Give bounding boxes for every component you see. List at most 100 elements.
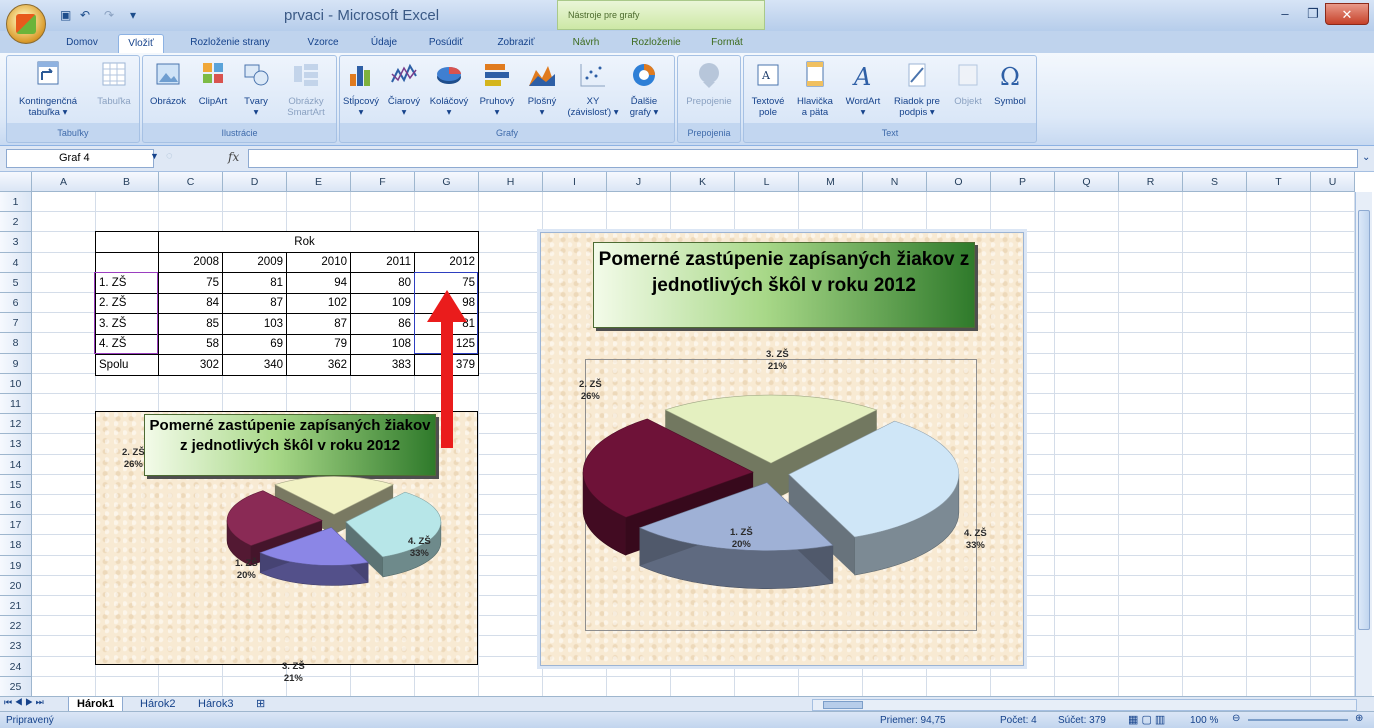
- row-header-8[interactable]: 8: [0, 333, 32, 354]
- tab-posudit[interactable]: Posúdiť: [420, 34, 472, 53]
- wordart-button[interactable]: A WordArt ▾: [840, 60, 886, 118]
- row-header-1[interactable]: 1: [0, 192, 32, 213]
- tab-navrh[interactable]: Návrh: [562, 34, 610, 53]
- signature-line-button[interactable]: Riadok pre podpis ▾: [886, 60, 948, 118]
- row-header-12[interactable]: 12: [0, 414, 32, 435]
- formula-input[interactable]: [248, 149, 1358, 168]
- worksheet-grid[interactable]: ABCDEFGHIJKLMNOPQRSTU 1 2 3 4 5 6 7 8 9 10 11 12 13 1…: [0, 172, 1374, 696]
- row-header-20[interactable]: 20: [0, 575, 32, 596]
- table-cell[interactable]: 383: [350, 354, 415, 376]
- table-cell[interactable]: 340: [222, 354, 287, 376]
- close-button[interactable]: ✕: [1325, 3, 1369, 25]
- expand-formula-icon[interactable]: ⌄: [1362, 152, 1370, 163]
- name-box-dropdown-icon[interactable]: ▼: [150, 151, 159, 161]
- year-2009[interactable]: 2009: [222, 251, 287, 273]
- row-header-16[interactable]: 16: [0, 495, 32, 516]
- row-header-3[interactable]: 3: [0, 232, 32, 253]
- column-header-a[interactable]: A: [32, 172, 96, 192]
- table-button[interactable]: Tabuľka: [91, 60, 137, 107]
- column-chart-button[interactable]: Stĺpcový ▾: [340, 60, 382, 118]
- sheet-tab-harok1[interactable]: Hárok1: [68, 697, 124, 712]
- line-chart-button[interactable]: Čiarový ▾: [384, 60, 424, 118]
- table-cell[interactable]: 87: [222, 292, 287, 314]
- text-box-button[interactable]: A Textové pole: [748, 60, 788, 118]
- row-header-18[interactable]: 18: [0, 535, 32, 556]
- row-header-23[interactable]: 23: [0, 636, 32, 657]
- column-header-r[interactable]: R: [1119, 172, 1183, 192]
- table-cell[interactable]: 80: [350, 272, 415, 294]
- column-header-g[interactable]: G: [415, 172, 479, 192]
- other-charts-button[interactable]: Ďalšie grafy ▾: [622, 60, 666, 118]
- table-cell[interactable]: 109: [350, 292, 415, 314]
- sheet-nav-icons[interactable]: ⏮ ◀ ▶ ⏭: [4, 697, 44, 708]
- scatter-chart-button[interactable]: XY (závislosť) ▾: [564, 60, 622, 118]
- chart-large[interactable]: Pomerné zastúpenie zapísaných žiakov z j…: [537, 229, 1027, 669]
- table-cell[interactable]: 302: [158, 354, 223, 376]
- header-footer-button[interactable]: Hlavička a päta: [790, 60, 840, 118]
- column-header-o[interactable]: O: [927, 172, 991, 192]
- hyperlink-button[interactable]: Prepojenie: [680, 60, 738, 107]
- row-header-13[interactable]: 13: [0, 434, 32, 455]
- vertical-scroll-thumb[interactable]: [1358, 210, 1370, 630]
- column-header-m[interactable]: M: [799, 172, 863, 192]
- restore-button[interactable]: ❐: [1298, 3, 1328, 25]
- insert-sheet-icon[interactable]: ⊞: [248, 697, 273, 712]
- name-box[interactable]: Graf 4: [6, 149, 154, 168]
- column-header-j[interactable]: J: [607, 172, 671, 192]
- column-header-p[interactable]: P: [991, 172, 1055, 192]
- table-cell[interactable]: 84: [158, 292, 223, 314]
- table-cell[interactable]: 102: [286, 292, 351, 314]
- redo-icon[interactable]: ↷: [104, 8, 120, 22]
- sheet-tab-harok2[interactable]: Hárok2: [132, 697, 183, 712]
- symbol-button[interactable]: Ω Symbol: [988, 60, 1032, 107]
- row-header-2[interactable]: 2: [0, 212, 32, 233]
- row-header-25[interactable]: 25: [0, 676, 32, 696]
- sheet-tab-harok3[interactable]: Hárok3: [190, 697, 241, 712]
- zoom-out-icon[interactable]: ⊖: [1232, 713, 1240, 724]
- row-header-24[interactable]: 24: [0, 656, 32, 677]
- table-cell[interactable]: [95, 251, 159, 273]
- row-label[interactable]: Spolu: [95, 354, 159, 376]
- tab-format[interactable]: Formát: [704, 34, 750, 53]
- row-header-7[interactable]: 7: [0, 313, 32, 334]
- picture-button[interactable]: Obrázok: [145, 60, 191, 107]
- table-cell[interactable]: 85: [158, 313, 223, 335]
- row-header-19[interactable]: 19: [0, 555, 32, 576]
- area-chart-button[interactable]: Plošný ▾: [520, 60, 564, 118]
- tab-vzorce[interactable]: Vzorce: [298, 34, 348, 53]
- column-header-k[interactable]: K: [671, 172, 735, 192]
- table-cell[interactable]: 86: [350, 313, 415, 335]
- chart-small[interactable]: Pomerné zastúpenie zapísaných žiakov z j…: [95, 411, 478, 684]
- object-button[interactable]: Objekt: [948, 60, 988, 107]
- row-header-11[interactable]: 11: [0, 394, 32, 415]
- column-header-e[interactable]: E: [287, 172, 351, 192]
- column-header-u[interactable]: U: [1311, 172, 1355, 192]
- table-cell[interactable]: 362: [286, 354, 351, 376]
- row-header-21[interactable]: 21: [0, 596, 32, 617]
- zoom-level[interactable]: 100 %: [1190, 715, 1218, 726]
- table-cell[interactable]: 94: [286, 272, 351, 294]
- clipart-button[interactable]: ClipArt: [193, 60, 233, 107]
- tab-udaje[interactable]: Údaje: [362, 34, 406, 53]
- row-header-17[interactable]: 17: [0, 515, 32, 536]
- column-header-t[interactable]: T: [1247, 172, 1311, 192]
- pie-chart-button[interactable]: Koláčový ▾: [426, 60, 472, 118]
- column-header-i[interactable]: I: [543, 172, 607, 192]
- column-header-s[interactable]: S: [1183, 172, 1247, 192]
- table-cell[interactable]: [95, 231, 159, 253]
- column-header-h[interactable]: H: [479, 172, 543, 192]
- row-header-22[interactable]: 22: [0, 616, 32, 637]
- shapes-button[interactable]: Tvary ▾: [235, 60, 277, 118]
- office-button[interactable]: [6, 4, 46, 44]
- zoom-slider[interactable]: [1248, 719, 1348, 721]
- column-header-c[interactable]: C: [159, 172, 223, 192]
- column-header-d[interactable]: D: [223, 172, 287, 192]
- year-2011[interactable]: 2011: [350, 251, 415, 273]
- column-header-f[interactable]: F: [351, 172, 415, 192]
- column-header-q[interactable]: Q: [1055, 172, 1119, 192]
- table-cell[interactable]: 79: [286, 333, 351, 355]
- column-header-l[interactable]: L: [735, 172, 799, 192]
- tab-zobrazit[interactable]: Zobraziť: [486, 34, 546, 53]
- tab-rozlozenie-strany[interactable]: Rozloženie strany: [180, 34, 280, 53]
- year-2008[interactable]: 2008: [158, 251, 223, 273]
